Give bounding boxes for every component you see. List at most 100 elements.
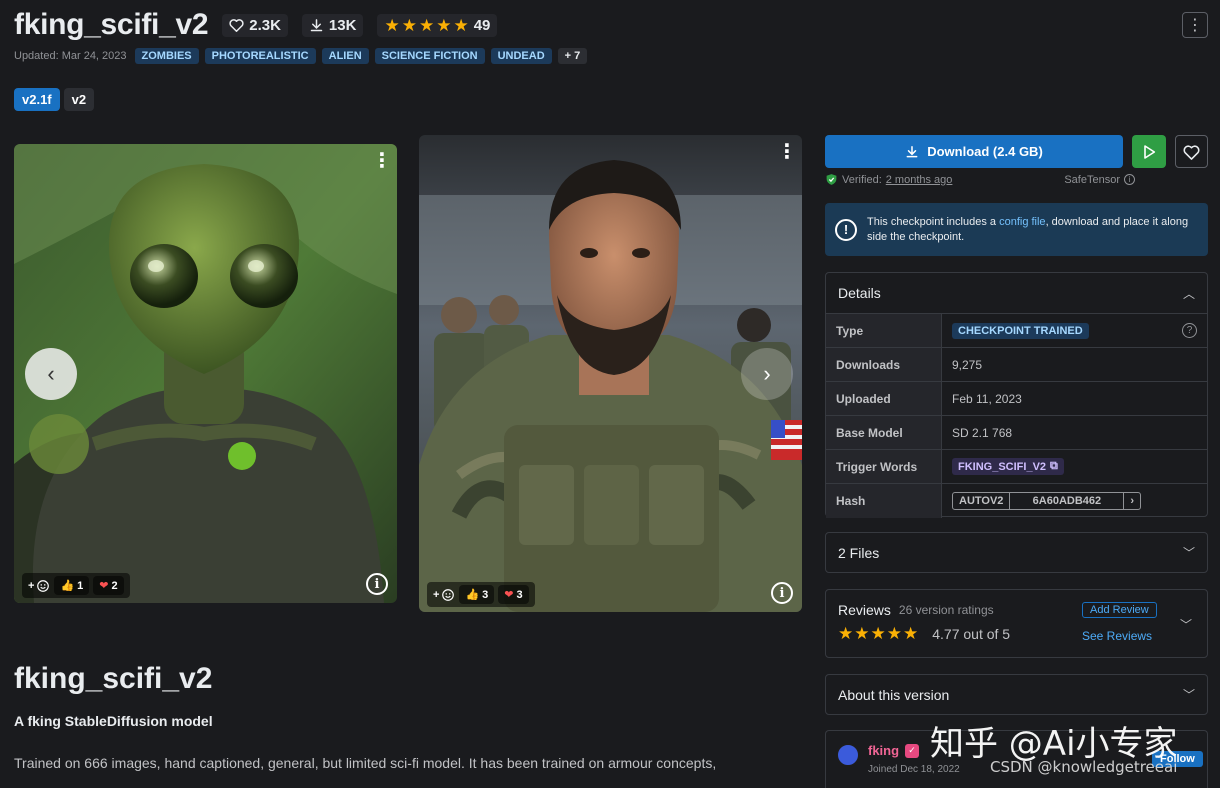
carousel-next-button[interactable]: › xyxy=(741,348,793,400)
tag-undead[interactable]: UNDEAD xyxy=(490,48,552,64)
likes-count: 2.3K xyxy=(249,16,281,34)
heart-icon xyxy=(229,19,244,32)
chevron-down-icon: ﹀ xyxy=(1182,546,1195,560)
header: fking_scifi_v2 2.3K 13K ★ ★ ★ ★ ★ 49 xyxy=(14,8,498,42)
description-text: Trained on 666 images, hand captioned, g… xyxy=(14,755,717,771)
run-button[interactable] xyxy=(1132,135,1166,168)
detail-value: 9,275 xyxy=(952,357,983,372)
files-header[interactable]: 2 Files ﹀ xyxy=(826,533,1207,572)
hash-value[interactable]: 6A60ADB462 xyxy=(1010,493,1125,509)
verified-label: Verified: xyxy=(842,173,882,186)
about-header[interactable]: About this version ﹀ xyxy=(826,675,1207,714)
image-info-button[interactable]: i xyxy=(366,573,388,595)
more-options-button[interactable]: ⋮ xyxy=(1182,12,1208,38)
detail-label: Base Model xyxy=(826,416,942,449)
detail-label: Trigger Words xyxy=(826,450,942,483)
description-subtitle: A fking StableDiffusion model xyxy=(14,713,213,729)
verified-time-link[interactable]: 2 months ago xyxy=(886,174,953,186)
rating-stat[interactable]: ★ ★ ★ ★ ★ 49 xyxy=(377,13,498,37)
csdn-watermark: CSDN @knowledgetreeai xyxy=(990,758,1178,776)
star-icon: ★ xyxy=(870,624,886,643)
description-title: fking_scifi_v2 xyxy=(14,662,213,695)
plus-icon: + xyxy=(28,579,35,592)
trigger-word: FKING_SCIFI_V2 xyxy=(958,460,1047,473)
reviews-count: 26 version ratings xyxy=(898,603,994,617)
hash-box[interactable]: AUTOV2 6A60ADB462 › xyxy=(952,492,1142,510)
star-icon: ★ xyxy=(453,15,469,35)
heart-count: 3 xyxy=(516,588,523,601)
details-row-type: Type CHECKPOINT TRAINED ? xyxy=(826,314,1207,348)
author-name-row: fking ✓ xyxy=(868,743,920,758)
details-row-trigger-words: Trigger Words FKING_SCIFI_V2 ⧉ xyxy=(826,450,1207,484)
image-menu-button[interactable]: ⋮ xyxy=(777,139,797,164)
chevron-up-icon: ︿ xyxy=(1182,286,1195,301)
author-name[interactable]: fking xyxy=(868,743,899,758)
alert-icon: ! xyxy=(835,218,857,241)
detail-label: Uploaded xyxy=(826,382,942,415)
more-tags-button[interactable]: + 7 xyxy=(557,48,588,64)
details-heading: Details xyxy=(838,285,881,301)
image-menu-button[interactable]: ⋮ xyxy=(372,148,392,173)
model-title: fking_scifi_v2 xyxy=(14,8,209,41)
heart-reaction[interactable]: ❤ 3 xyxy=(498,585,529,604)
add-review-button[interactable]: Add Review xyxy=(1082,602,1157,618)
chevron-left-icon: ‹ xyxy=(47,361,55,386)
gallery-image-soldier[interactable]: ⋮ › + 👍 3 ❤ 3 i xyxy=(419,135,802,612)
like-reaction[interactable]: 👍 1 xyxy=(54,576,90,595)
detail-value: FKING_SCIFI_V2 ⧉ xyxy=(942,450,1207,483)
heart-count: 2 xyxy=(111,579,118,592)
kebab-icon: ⋮ xyxy=(1187,17,1203,34)
gallery-image-alien[interactable]: ⋮ ‹ + 👍 1 ❤ 2 i xyxy=(14,144,397,603)
star-icon: ★ xyxy=(384,15,400,35)
star-icon: ★ xyxy=(854,624,870,643)
download-icon xyxy=(310,18,323,31)
thumbs-up-icon: 👍 xyxy=(60,580,75,592)
verified-badge-icon: ✓ xyxy=(905,743,920,758)
reviews-heading: Reviews xyxy=(838,602,891,618)
tag-zombies[interactable]: ZOMBIES xyxy=(134,48,199,64)
chevron-down-icon[interactable]: ﹀ xyxy=(1180,616,1192,633)
carousel-prev-button[interactable]: ‹ xyxy=(25,348,77,400)
us-flag-patch xyxy=(771,420,802,460)
image-info-button[interactable]: i xyxy=(771,582,793,604)
trigger-word-badge[interactable]: FKING_SCIFI_V2 ⧉ xyxy=(952,458,1064,475)
info-icon[interactable]: i xyxy=(1124,174,1135,185)
rating-stars: ★ ★ ★ ★ ★ xyxy=(384,17,468,34)
config-file-link[interactable]: config file xyxy=(999,216,1045,228)
like-reaction[interactable]: 👍 3 xyxy=(459,585,495,604)
version-tab-v2[interactable]: v2 xyxy=(63,88,95,111)
help-icon[interactable]: ? xyxy=(1182,323,1197,338)
meta-row: Updated: Mar 24, 2023 ZOMBIES PHOTOREALI… xyxy=(14,48,588,64)
files-panel[interactable]: 2 Files ﹀ xyxy=(825,532,1208,573)
add-reaction-button[interactable]: + xyxy=(433,588,455,602)
like-count: 1 xyxy=(77,579,84,592)
details-row-hash: Hash AUTOV2 6A60ADB462 › xyxy=(826,484,1207,518)
files-heading: 2 Files xyxy=(838,544,880,561)
add-reaction-button[interactable]: + xyxy=(28,579,50,593)
image-reactions: + 👍 3 ❤ 3 xyxy=(427,582,535,607)
reviews-score-row: ★ ★ ★ ★ ★ 4.77 out of 5 xyxy=(838,625,1010,642)
chevron-right-icon[interactable]: › xyxy=(1124,493,1140,509)
plus-icon: + xyxy=(433,588,440,601)
tag-alien[interactable]: ALIEN xyxy=(321,48,369,64)
review-score: 4.77 out of 5 xyxy=(932,625,1011,642)
detail-value: SD 2.1 768 xyxy=(952,425,1013,440)
tag-photorealistic[interactable]: PHOTOREALISTIC xyxy=(204,48,316,64)
detail-label: Hash xyxy=(826,484,942,518)
info-icon: i xyxy=(374,576,380,592)
likes-stat[interactable]: 2.3K xyxy=(222,13,288,37)
heart-icon: ❤ xyxy=(504,589,514,601)
details-header[interactable]: Details ︿ xyxy=(826,273,1207,313)
about-panel[interactable]: About this version ﹀ xyxy=(825,674,1208,715)
avatar[interactable] xyxy=(836,743,860,767)
see-reviews-link[interactable]: See Reviews xyxy=(1082,629,1152,643)
hash-type[interactable]: AUTOV2 xyxy=(953,493,1011,509)
favorite-button[interactable] xyxy=(1175,135,1208,168)
chevron-down-icon: ﹀ xyxy=(1182,688,1195,702)
tag-science-fiction[interactable]: SCIENCE FICTION xyxy=(374,48,485,64)
download-label: Download (2.4 GB) xyxy=(927,144,1043,159)
heart-reaction[interactable]: ❤ 2 xyxy=(93,576,124,595)
download-button[interactable]: Download (2.4 GB) xyxy=(825,135,1123,168)
info-icon: i xyxy=(779,585,785,601)
version-tab-v2-1f[interactable]: v2.1f xyxy=(14,88,60,111)
